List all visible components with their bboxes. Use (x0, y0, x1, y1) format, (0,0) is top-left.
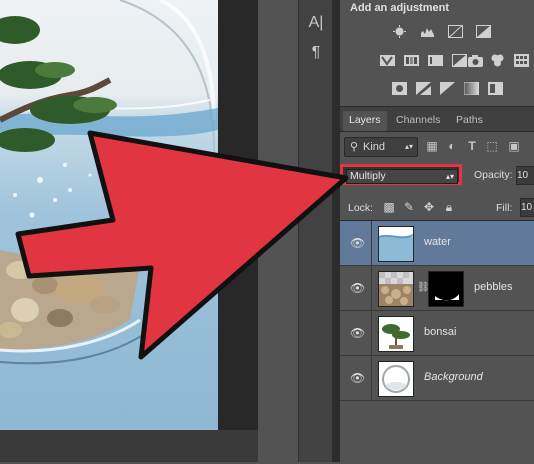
layer-name: pebbles (474, 281, 513, 293)
paragraph-panel-button[interactable]: ¶ (304, 42, 328, 64)
panel-divider (332, 0, 340, 462)
layer-mask-thumbnail[interactable] (428, 271, 464, 307)
layer-thumbnail (378, 361, 414, 397)
lock-transparent-pixels-icon[interactable]: ▩ (382, 200, 396, 214)
color-balance-icon[interactable] (428, 54, 443, 67)
search-icon: ⚲ (350, 141, 359, 153)
lock-position-icon[interactable]: ✥ (422, 200, 436, 214)
layers-panel: Layers Channels Paths ⚲ Kind ▴▾ ▦ ◐ T ⬚ … (340, 106, 534, 463)
filter-kind-select[interactable]: ⚲ Kind ▴▾ (344, 137, 418, 157)
invert-icon[interactable] (392, 82, 407, 95)
visibility-eye-icon[interactable]: 👁︎ (350, 371, 365, 385)
gradient-map-icon[interactable] (463, 81, 480, 96)
selective-color-icon[interactable] (488, 82, 503, 95)
exposure-icon[interactable] (476, 25, 491, 38)
black-white-icon[interactable] (452, 54, 467, 67)
tab-paths[interactable]: Paths (450, 111, 489, 131)
hue-saturation-icon[interactable] (404, 54, 419, 67)
layer-name: water (424, 236, 451, 248)
fill-input[interactable]: 10 (520, 198, 534, 217)
lock-all-icon[interactable]: 🔒︎ (442, 200, 456, 214)
layer-row-bonsai[interactable]: 👁︎ bonsai (340, 311, 534, 356)
lock-label: Lock: (348, 202, 374, 214)
layer-name: Background (424, 371, 483, 383)
type-filter-icon[interactable]: T (464, 138, 480, 154)
layer-row-pebbles[interactable]: 👁︎ ⛓︎ pebbles (340, 266, 534, 311)
dropdown-arrows-icon: ▴▾ (404, 142, 413, 151)
photo-filter-icon[interactable] (468, 54, 483, 67)
layer-thumbnail (378, 271, 414, 307)
layers-list: 👁︎ water 👁︎ ⛓︎ pebbles 👁︎ bonsai 👁︎ Back… (340, 220, 534, 464)
visibility-eye-icon[interactable]: 👁︎ (350, 281, 365, 295)
threshold-icon[interactable] (440, 82, 455, 95)
visibility-eye-icon[interactable]: 👁︎ (350, 236, 365, 250)
layer-row-water[interactable]: 👁︎ water (340, 221, 534, 266)
terrarium-image (0, 0, 218, 430)
adjustment-filter-icon[interactable]: ◐ (444, 138, 460, 154)
blend-mode-value: Multiply (350, 170, 386, 182)
tab-channels[interactable]: Channels (390, 111, 446, 131)
posterize-icon[interactable] (416, 82, 431, 95)
opacity-input[interactable]: 10 (516, 166, 534, 185)
layer-name: bonsai (424, 326, 457, 338)
adjustments-panel: Add an adjustment (340, 0, 534, 106)
blend-mode-select[interactable]: Multiply ▴▾ (340, 164, 462, 185)
tab-layers[interactable]: Layers (343, 111, 387, 131)
pixel-filter-icon[interactable]: ▦ (424, 138, 440, 154)
filter-kind-label: Kind (363, 141, 386, 153)
layer-thumbnail (378, 316, 414, 352)
opacity-label: Opacity: (474, 169, 513, 181)
fill-label: Fill: (496, 202, 513, 214)
layer-thumbnail (378, 226, 414, 262)
layer-row-background[interactable]: 👁︎ Background (340, 356, 534, 401)
character-panel-button[interactable]: A| (304, 12, 328, 34)
brightness-contrast-icon[interactable] (392, 25, 407, 38)
adjustments-title: Add an adjustment (350, 2, 450, 14)
levels-icon[interactable] (420, 25, 435, 38)
vibrance-icon[interactable] (380, 54, 395, 67)
panel-tool-strip: A| ¶ (298, 0, 334, 462)
curves-icon[interactable] (448, 25, 463, 38)
channel-mixer-icon[interactable] (490, 54, 505, 67)
visibility-eye-icon[interactable]: 👁︎ (350, 326, 365, 340)
shape-filter-icon[interactable]: ⬚ (484, 138, 500, 154)
dropdown-arrows-icon: ▴▾ (445, 172, 454, 181)
smart-object-filter-icon[interactable]: ▣ (506, 138, 522, 154)
lock-image-pixels-icon[interactable]: ✎ (402, 200, 416, 214)
canvas-pasteboard (0, 430, 258, 462)
color-lookup-icon[interactable] (514, 54, 529, 67)
document-canvas[interactable] (0, 0, 258, 462)
layers-panel-tabs: Layers Channels Paths (340, 107, 534, 132)
